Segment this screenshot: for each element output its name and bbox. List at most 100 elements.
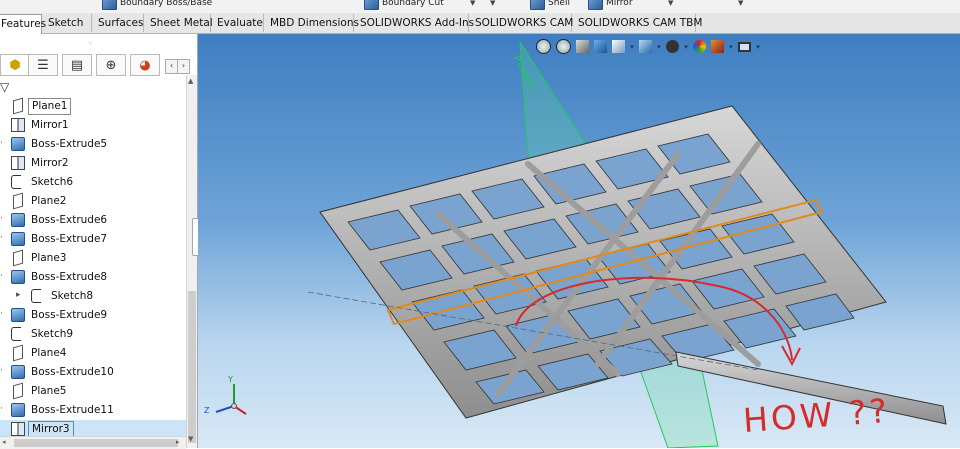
- tree-item-sketch8[interactable]: ▸ Sketch8: [0, 287, 186, 306]
- expand-icon[interactable]: ·: [0, 271, 4, 281]
- tree-item-plane2[interactable]: Plane2: [0, 192, 186, 211]
- dropdown-arrow-icon[interactable]: ▾: [684, 43, 688, 51]
- dropdown-arrow-icon[interactable]: ▾: [756, 43, 760, 51]
- dropdown-arrow-icon[interactable]: ▾: [729, 43, 733, 51]
- tree-item-boss-extrude10[interactable]: · Boss-Extrude10: [0, 363, 186, 382]
- edit-appearance-icon[interactable]: [693, 40, 706, 53]
- mirror-icon: [11, 156, 25, 170]
- section-view-icon[interactable]: [594, 40, 607, 53]
- plane-icon: [13, 382, 23, 400]
- extrude-icon: [11, 403, 25, 417]
- dropdown-arrow-icon[interactable]: ▾: [630, 43, 634, 51]
- chevron-down-icon: ▼: [738, 0, 744, 7]
- scroll-down-icon[interactable]: ▼: [188, 435, 193, 443]
- zoom-to-fit-icon[interactable]: [536, 39, 551, 54]
- tree-item-plane4[interactable]: Plane4: [0, 344, 186, 363]
- triad-y-label: Y: [228, 375, 233, 384]
- tab-sketch[interactable]: Sketch: [42, 14, 92, 32]
- mirror-button[interactable]: Mirror: [588, 0, 633, 10]
- tree-item-mirror1[interactable]: Mirror1: [0, 116, 186, 135]
- view-orientation-icon[interactable]: [639, 40, 652, 53]
- panel-grip-icon[interactable]: ◦: [88, 39, 93, 48]
- dynamic-annotation-view-icon[interactable]: [612, 40, 625, 53]
- apply-scene-icon[interactable]: [711, 40, 724, 53]
- graphics-area[interactable]: Plane1 ▾ ▾ ▾ ▾ ▾ Y Z HOW ??: [198, 34, 960, 448]
- shell-icon: [530, 0, 545, 10]
- tab-solidworks-cam-tbm[interactable]: SOLIDWORKS CAM TBM: [572, 14, 702, 32]
- boundary-cut-button[interactable]: Boundary Cut: [364, 0, 444, 10]
- dimxpert-tab[interactable]: ⊕: [96, 54, 126, 76]
- scroll-right-icon[interactable]: ▸: [176, 438, 180, 446]
- scroll-right-button[interactable]: ›: [177, 59, 190, 74]
- expand-icon[interactable]: ·: [0, 404, 4, 414]
- tree-item-boss-extrude5[interactable]: · Boss-Extrude5: [0, 135, 186, 154]
- tree-item-plane5[interactable]: Plane5: [0, 382, 186, 401]
- filter-icon[interactable]: ▽: [0, 80, 9, 94]
- sketch-icon: [11, 327, 21, 341]
- scroll-thumb[interactable]: [188, 291, 196, 443]
- tree-item-boss-extrude7[interactable]: · Boss-Extrude7: [0, 230, 186, 249]
- tree-item-boss-extrude8[interactable]: · Boss-Extrude8: [0, 268, 186, 287]
- dimxpert-icon: ⊕: [105, 57, 117, 73]
- featuremanager-icon: ⬢: [9, 57, 21, 73]
- tree-item-boss-extrude9[interactable]: · Boss-Extrude9: [0, 306, 186, 325]
- extrude-icon: [11, 213, 25, 227]
- tab-evaluate[interactable]: Evaluate: [211, 14, 264, 32]
- dropdown-arrow-icon[interactable]: ▾: [657, 43, 661, 51]
- configurationmanager-icon: ▤: [70, 57, 84, 73]
- command-manager-tabs: Features Sketch Surfaces Sheet Metal Eva…: [0, 13, 960, 34]
- tree-item-boss-extrude6[interactable]: · Boss-Extrude6: [0, 211, 186, 230]
- tree-item-mirror2[interactable]: Mirror2: [0, 154, 186, 173]
- tab-features[interactable]: Features: [0, 14, 46, 34]
- tab-mbd-dimensions[interactable]: MBD Dimensions: [264, 14, 359, 32]
- manager-tabs: ⬢ ☰ ▤ ⊕ ◕ ‹ ›: [0, 53, 197, 77]
- expand-icon[interactable]: ·: [0, 309, 4, 319]
- zoom-to-area-icon[interactable]: [556, 39, 571, 54]
- tab-solidworks-cam[interactable]: SOLIDWORKS CAM: [469, 14, 573, 32]
- tree-item-sketch6[interactable]: Sketch6: [0, 173, 186, 192]
- tree-item-plane3[interactable]: Plane3: [0, 249, 186, 268]
- tree-horizontal-scrollbar[interactable]: ◂ ▸: [0, 436, 186, 449]
- expand-icon[interactable]: ·: [0, 233, 4, 243]
- boundary-boss-button[interactable]: Boundary Boss/Base: [102, 0, 212, 10]
- plane-icon: [13, 192, 23, 210]
- command-ribbon: Boundary Boss/Base Boundary Cut ▼ ▼ Shel…: [0, 0, 960, 13]
- propertymanager-icon: ☰: [37, 57, 49, 73]
- ribbon-dropdown[interactable]: ▼: [490, 0, 495, 10]
- display-manager-tab[interactable]: ◕: [130, 54, 160, 76]
- boundary-cut-icon: [364, 0, 379, 10]
- featuremanager-tab[interactable]: ⬢: [0, 54, 30, 76]
- extrude-icon: [11, 270, 25, 284]
- chevron-down-icon: ▼: [668, 0, 674, 7]
- chevron-down-icon: ▼: [470, 0, 476, 7]
- boundary-boss-icon: [102, 0, 117, 10]
- tree-item-plane1[interactable]: Plane1: [0, 97, 186, 116]
- display-style-icon[interactable]: [666, 40, 679, 53]
- display-manager-icon: ◕: [139, 57, 151, 73]
- expand-icon[interactable]: ·: [0, 214, 4, 224]
- expand-icon[interactable]: ·: [0, 366, 4, 376]
- expand-arrow-icon[interactable]: ▸: [16, 290, 21, 300]
- ribbon-dropdown[interactable]: ▼: [738, 0, 743, 10]
- tree-item-sketch9[interactable]: Sketch9: [0, 325, 186, 344]
- scroll-thumb[interactable]: [14, 439, 178, 447]
- previous-view-icon[interactable]: [576, 40, 589, 53]
- tab-sheet-metal[interactable]: Sheet Metal: [144, 14, 213, 32]
- scroll-up-icon[interactable]: ▲: [188, 77, 193, 85]
- expand-icon[interactable]: ·: [0, 138, 4, 148]
- tree-item-boss-extrude11[interactable]: · Boss-Extrude11: [0, 401, 186, 420]
- scroll-left-icon[interactable]: ◂: [2, 438, 6, 446]
- ribbon-dropdown[interactable]: ▼: [470, 0, 475, 10]
- tab-surfaces[interactable]: Surfaces: [92, 14, 144, 32]
- propertymanager-tab[interactable]: ☰: [28, 54, 58, 76]
- tab-solidworks-add-ins[interactable]: SOLIDWORKS Add-Ins: [354, 14, 474, 32]
- tree-vertical-scrollbar[interactable]: ▲ ▼: [186, 75, 197, 448]
- view-settings-icon[interactable]: [738, 41, 751, 52]
- extrude-icon: [11, 137, 25, 151]
- plane-icon: [13, 249, 23, 267]
- shell-button[interactable]: Shell: [530, 0, 570, 10]
- configurationmanager-tab[interactable]: ▤: [62, 54, 92, 76]
- ribbon-dropdown[interactable]: ▼: [668, 0, 673, 10]
- chevron-down-icon: ▼: [490, 0, 496, 7]
- extrude-icon: [11, 308, 25, 322]
